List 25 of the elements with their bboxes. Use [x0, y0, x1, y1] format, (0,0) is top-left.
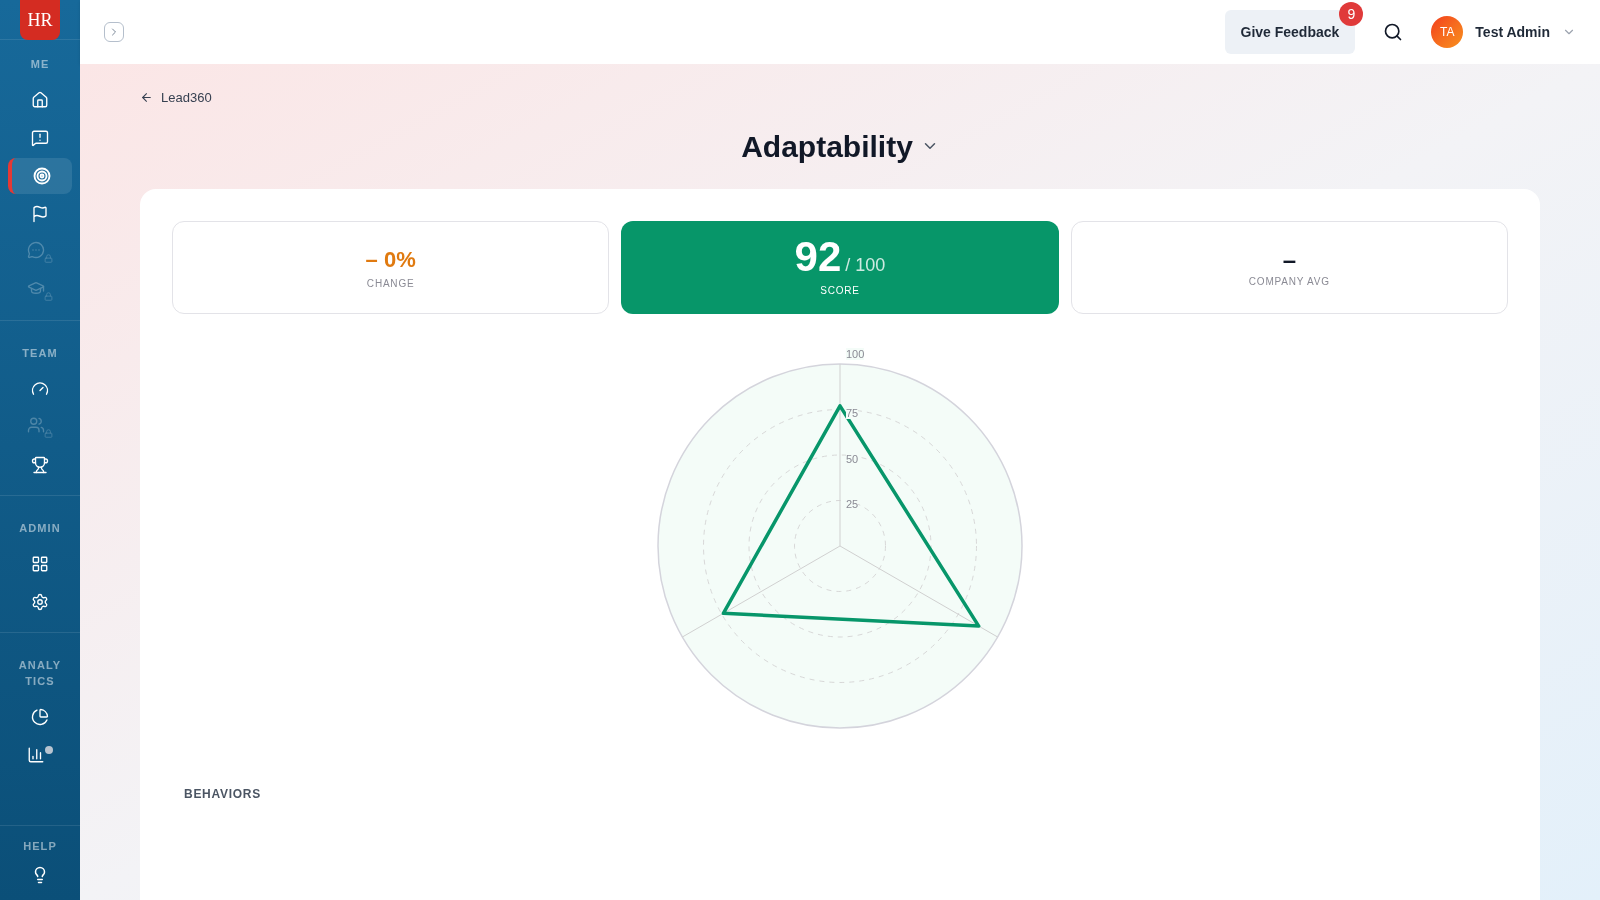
- section-label: ADMIN: [18, 521, 62, 536]
- section-label: ANALYTICS: [17, 658, 63, 689]
- back-arrow-icon: [140, 91, 153, 105]
- logo[interactable]: HR: [20, 0, 60, 40]
- section-label: HELP: [23, 838, 57, 854]
- stat-label: COMPANY AVG: [1248, 274, 1330, 289]
- notification-badge: 9: [1339, 2, 1364, 26]
- sidebar-item[interactable]: [8, 158, 72, 194]
- page-title: Adaptability: [741, 128, 913, 165]
- tick-label: 100: [846, 347, 865, 360]
- stat-value: – 0%: [365, 246, 416, 274]
- section-label: ME: [29, 57, 51, 72]
- search-icon[interactable]: [1383, 22, 1404, 42]
- back-link-text[interactable]: Lead360: [161, 88, 212, 108]
- section-label: TEAM: [21, 346, 59, 361]
- score-value: 92: [794, 236, 842, 278]
- stat-label: CHANGE: [366, 277, 415, 291]
- stat-label: SCORE: [820, 284, 860, 298]
- stat-value: –: [1282, 245, 1296, 274]
- back-link[interactable]: Lead360: [140, 88, 1540, 108]
- tick-label: 75: [846, 407, 859, 419]
- section-heading: BEHAVIORS: [184, 785, 262, 802]
- tick-label: 25: [846, 498, 859, 510]
- score-total: / 100: [845, 254, 886, 277]
- user-name[interactable]: Test Admin: [1475, 22, 1550, 42]
